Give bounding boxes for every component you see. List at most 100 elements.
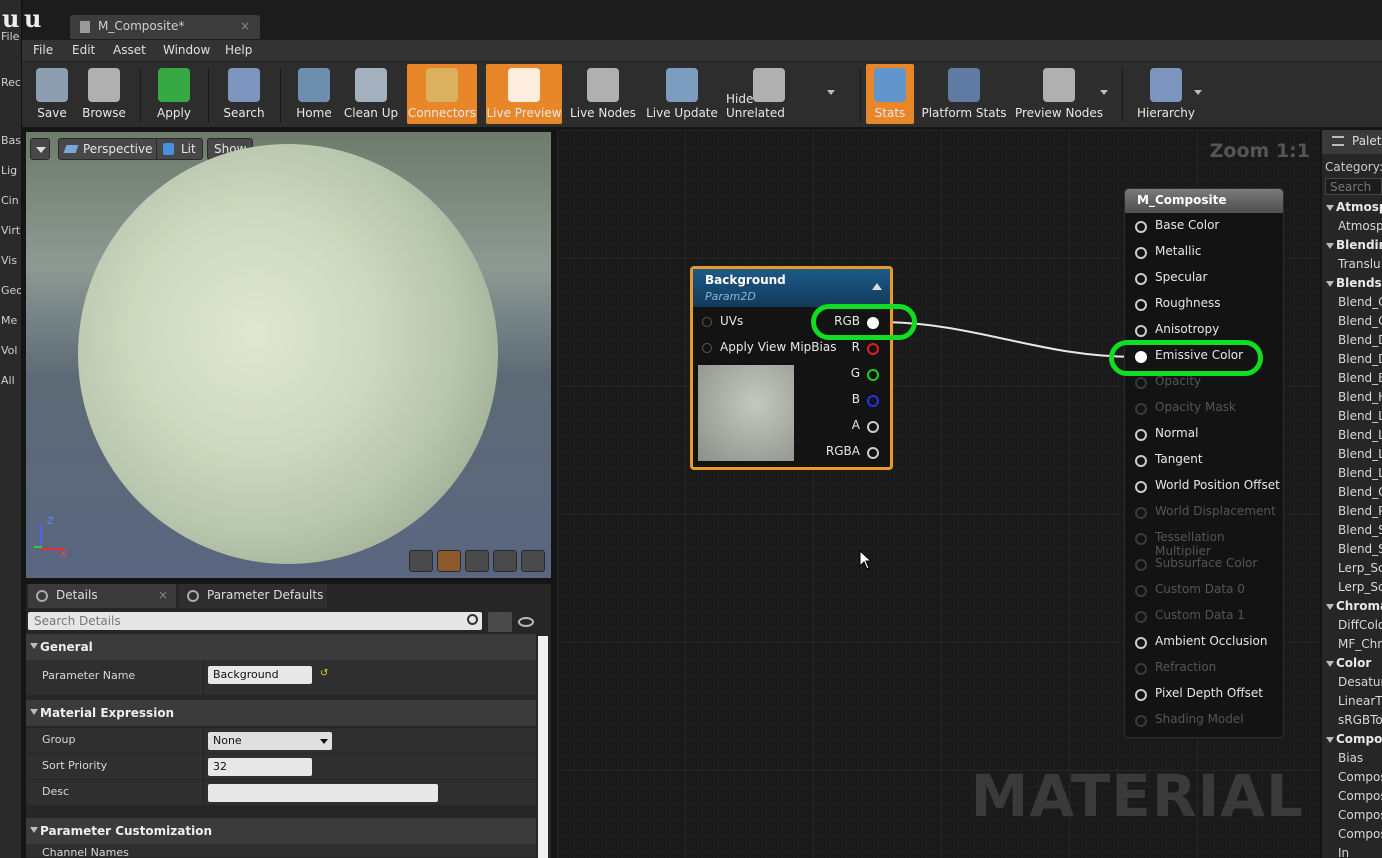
palette-item[interactable]: Desatur: [1338, 675, 1382, 689]
palette-item[interactable]: Atmosp: [1338, 219, 1382, 233]
palette-item[interactable]: Compos: [1338, 808, 1382, 822]
output-pin-a-icon[interactable]: [867, 421, 879, 433]
palette-tab[interactable]: Palett: [1322, 130, 1382, 154]
tab-details[interactable]: Details ×: [28, 584, 176, 608]
toolbar-stats-button[interactable]: Stats: [866, 64, 914, 124]
palette-item[interactable]: Compos: [1338, 789, 1382, 803]
viewport-options-button[interactable]: [30, 138, 50, 160]
result-input-pin-icon[interactable]: [1135, 325, 1147, 337]
result-input-pin-icon[interactable]: [1135, 273, 1147, 285]
expand-arrow-icon[interactable]: [1326, 660, 1334, 667]
palette-item[interactable]: Compos: [1338, 770, 1382, 784]
eye-visibility-icon[interactable]: [516, 614, 544, 630]
toolbar-live-nodes-button[interactable]: Live Nodes: [568, 64, 638, 124]
palette-item[interactable]: Blend_C: [1338, 314, 1382, 328]
toolbar-preview-nodes-button[interactable]: Preview Nodes: [1014, 64, 1104, 124]
palette-item[interactable]: Blend_S: [1338, 542, 1382, 556]
palette-item[interactable]: Blend_D: [1338, 352, 1382, 366]
palette-item[interactable]: Bias: [1338, 751, 1363, 765]
preview-plane-icon[interactable]: [465, 550, 489, 572]
reset-arrow-icon[interactable]: ↺: [320, 668, 328, 679]
group-dropdown[interactable]: None: [208, 732, 332, 750]
expand-arrow-icon[interactable]: [1326, 280, 1334, 287]
palette-item[interactable]: Blend_H: [1338, 390, 1382, 404]
palette-item[interactable]: Blend_L: [1338, 466, 1382, 480]
collapse-arrow-icon[interactable]: [872, 283, 882, 290]
palette-item[interactable]: LinearT: [1338, 694, 1382, 708]
expand-arrow-icon[interactable]: [1326, 736, 1334, 743]
palette-category[interactable]: Blends: [1326, 276, 1382, 290]
palette-item[interactable]: Blend_S: [1338, 523, 1382, 537]
toolbar-home-button[interactable]: Home: [290, 64, 338, 124]
category-parameter-customization[interactable]: Parameter Customization: [26, 818, 536, 844]
result-input-pin-icon[interactable]: [1135, 247, 1147, 259]
result-input-pin-icon[interactable]: [1135, 689, 1147, 701]
input-pin-icon[interactable]: [702, 343, 712, 353]
toolbar-clean-up-button[interactable]: Clean Up: [342, 64, 400, 124]
result-input-pin-icon[interactable]: [1135, 299, 1147, 311]
perspective-button[interactable]: Perspective: [58, 138, 160, 160]
material-graph[interactable]: Zoom 1:1 MATERIAL Background Param2D UVs…: [557, 130, 1320, 858]
toolbar-live-preview-button[interactable]: Live Preview: [486, 64, 562, 124]
preview-nodes-dropdown-icon[interactable]: [1100, 90, 1108, 95]
search-details-input[interactable]: Search Details: [28, 612, 482, 630]
channel-names-row[interactable]: Channel Names: [26, 844, 536, 858]
result-input-pin-icon[interactable]: [1135, 637, 1147, 649]
palette-search-input[interactable]: Search: [1325, 178, 1382, 195]
toolbar-search-button[interactable]: Search: [218, 64, 270, 124]
output-pin-r-icon[interactable]: [867, 343, 879, 355]
palette-item[interactable]: Blend_L: [1338, 447, 1382, 461]
details-scrollbar[interactable]: [538, 636, 548, 858]
palette-category[interactable]: Chromak: [1326, 599, 1382, 613]
result-input-pin-icon[interactable]: [1135, 455, 1147, 467]
lit-button[interactable]: Lit: [156, 138, 203, 160]
palette-item[interactable]: Blend_C: [1338, 295, 1382, 309]
toolbar-hierarchy-button[interactable]: Hierarchy: [1134, 64, 1198, 124]
palette-category[interactable]: Compos: [1326, 732, 1382, 746]
palette-item[interactable]: In: [1338, 846, 1349, 858]
expand-arrow-icon[interactable]: [1326, 242, 1334, 249]
asset-tab[interactable]: M_Composite* ×: [70, 15, 260, 39]
background-param-node[interactable]: Background Param2D UVs Apply View MipBias…: [690, 266, 893, 470]
toolbar-apply-button[interactable]: Apply: [150, 64, 198, 124]
palette-item[interactable]: Blend_L: [1338, 428, 1382, 442]
preview-mesh-icon[interactable]: [521, 550, 545, 572]
desc-field[interactable]: [208, 784, 438, 802]
toolbar-browse-button[interactable]: Browse: [78, 64, 130, 124]
palette-item[interactable]: sRGBTo: [1338, 713, 1382, 727]
menu-window[interactable]: Window: [163, 43, 210, 57]
palette-item[interactable]: Lerp_Sc: [1338, 580, 1382, 594]
palette-item[interactable]: Translu: [1338, 257, 1381, 271]
output-pin-g-icon[interactable]: [867, 369, 879, 381]
menu-edit[interactable]: Edit: [72, 43, 95, 57]
menu-help[interactable]: Help: [225, 43, 252, 57]
preview-sphere-icon[interactable]: [437, 550, 461, 572]
category-material-expression[interactable]: Material Expression: [26, 700, 536, 726]
palette-item[interactable]: MF_Chr: [1338, 637, 1382, 651]
palette-item[interactable]: Blend_E: [1338, 371, 1382, 385]
palette-item[interactable]: Blend_L: [1338, 409, 1382, 423]
sort-priority-field[interactable]: 32: [208, 758, 312, 776]
category-general[interactable]: General: [26, 634, 536, 660]
toolbar-live-update-button[interactable]: Live Update: [644, 64, 720, 124]
toolbar-connectors-button[interactable]: Connectors: [407, 64, 477, 124]
close-tab-icon[interactable]: ×: [240, 19, 250, 33]
preview-viewport[interactable]: Perspective Lit Show Z X: [26, 132, 551, 578]
palette-category[interactable]: Blending: [1326, 238, 1382, 252]
palette-item[interactable]: DiffColo: [1338, 618, 1382, 632]
result-input-pin-icon[interactable]: [1135, 221, 1147, 233]
palette-item[interactable]: Lerp_Sc: [1338, 561, 1382, 575]
palette-item[interactable]: Compos: [1338, 827, 1382, 841]
material-result-node[interactable]: M_Composite Base Color Metallic Specular Ro…: [1124, 188, 1284, 738]
menu-file[interactable]: File: [33, 43, 53, 57]
toolbar-save-button[interactable]: Save: [30, 64, 74, 124]
input-pin-icon[interactable]: [702, 317, 712, 327]
close-details-icon[interactable]: ×: [158, 588, 168, 602]
palette-category[interactable]: Color: [1326, 656, 1371, 670]
live-options-dropdown-icon[interactable]: [827, 90, 835, 95]
parameter-name-field[interactable]: Background: [208, 666, 312, 684]
palette-item[interactable]: Blend_C: [1338, 485, 1382, 499]
hierarchy-dropdown-icon[interactable]: [1194, 90, 1202, 95]
result-input-pin-icon[interactable]: [1135, 481, 1147, 493]
palette-category[interactable]: Atmosph: [1326, 200, 1382, 214]
